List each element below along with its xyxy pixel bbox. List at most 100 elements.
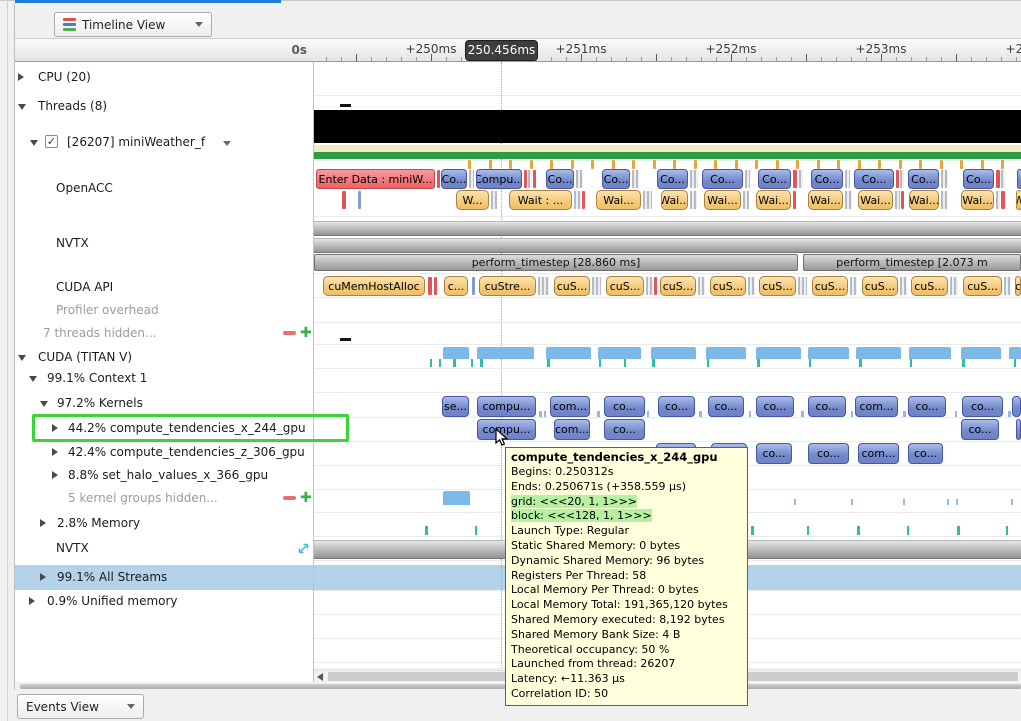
sidebar-item-8-8-set-halo-values-x-366-gpu[interactable]: 8.8% set_halo_values_x_366_gpu — [15, 465, 313, 485]
event-box[interactable]: cuS... — [911, 276, 948, 296]
event-box[interactable]: cuS... — [554, 276, 590, 296]
event-box[interactable]: com... — [554, 419, 590, 440]
event-box[interactable]: co... — [962, 396, 1003, 417]
collapse-arrow-icon[interactable] — [18, 104, 26, 110]
sidebar-item-44-2-compute-tendencies-x-244-gpu[interactable]: 44.2% compute_tendencies_x_244_gpu — [15, 418, 313, 438]
sidebar-item-99-1-context-1[interactable]: 99.1% Context 1 — [15, 368, 313, 388]
expand-arrow-icon[interactable] — [52, 424, 58, 432]
expand-arrow-icon[interactable] — [40, 573, 46, 581]
event-box[interactable]: Co... — [963, 169, 994, 189]
event-box[interactable]: co... — [604, 419, 645, 440]
event-box[interactable]: Co... — [546, 169, 574, 189]
sidebar-item-0-9-unified-memory[interactable]: 0.9% Unified memory — [15, 591, 313, 611]
thread-options-caret-icon[interactable] — [223, 141, 231, 146]
event-box[interactable]: perform_timestep [2.073 m — [803, 254, 1021, 271]
events-view-dropdown[interactable]: Events View — [17, 694, 144, 719]
event-box[interactable]: co... — [658, 396, 695, 417]
event-box[interactable]: Wai... — [704, 190, 741, 210]
collapse-arrow-icon[interactable] — [30, 140, 38, 146]
timeline-view-dropdown[interactable]: Timeline View — [54, 12, 212, 37]
event-box[interactable]: Compu... — [476, 169, 522, 189]
event-box[interactable]: co... — [756, 443, 792, 464]
event-box[interactable]: Co... — [758, 169, 791, 189]
event-box[interactable]: Wai... — [661, 190, 688, 210]
event-box[interactable]: Wai... — [756, 190, 791, 210]
event-box[interactable]: com... — [855, 396, 898, 417]
sidebar-item-2-8-memory[interactable]: 2.8% Memory — [15, 513, 313, 533]
event-box[interactable]: Co... — [908, 169, 939, 189]
sidebar-item-7-threads-hidden[interactable]: 7 threads hidden...✚ — [15, 323, 313, 343]
event-box[interactable]: co... — [808, 443, 849, 464]
sidebar-item-nvtx[interactable]: NVTX — [15, 233, 313, 253]
collapse-arrow-icon[interactable] — [18, 355, 26, 361]
event-box[interactable]: cuStre... — [479, 276, 536, 296]
event-box[interactable]: co... — [756, 396, 794, 417]
event-box[interactable]: compu... — [477, 396, 536, 417]
event-box[interactable]: c... — [444, 276, 468, 296]
event-box[interactable] — [1017, 169, 1021, 189]
thread-checkbox[interactable]: ✓ — [45, 135, 58, 148]
event-box[interactable]: cuS... — [963, 276, 1002, 296]
event-box[interactable]: cuS... — [606, 276, 644, 296]
event-box[interactable]: Wai... — [909, 190, 939, 210]
remove-filter-icon[interactable] — [283, 496, 296, 500]
event-box[interactable]: com... — [858, 443, 899, 464]
remove-filter-icon[interactable] — [283, 331, 296, 335]
event-box[interactable]: W — [1016, 190, 1021, 210]
event-box[interactable]: cuS... — [812, 276, 848, 296]
add-filter-icon[interactable]: ✚ — [300, 492, 312, 505]
event-box[interactable]: co... — [708, 396, 744, 417]
event-box[interactable] — [1012, 396, 1021, 417]
sidebar-item-threads-8[interactable]: Threads (8) — [15, 96, 313, 116]
event-box[interactable] — [1016, 419, 1021, 440]
expand-arrow-icon[interactable] — [29, 597, 35, 605]
event-box[interactable]: Co... — [657, 169, 688, 189]
event-box[interactable]: perform_timestep [28.860 ms] — [314, 254, 798, 271]
expand-row-icon[interactable] — [297, 540, 310, 559]
event-box[interactable]: c — [1015, 276, 1021, 296]
event-box[interactable]: Wai... — [808, 190, 843, 210]
event-box[interactable]: com... — [550, 396, 590, 417]
add-filter-icon[interactable]: ✚ — [300, 327, 312, 340]
sidebar-item-97-2-kernels[interactable]: 97.2% Kernels — [15, 393, 313, 413]
sidebar-item-5-kernel-groups-hidden[interactable]: 5 kernel groups hidden...✚ — [15, 488, 313, 508]
event-box[interactable]: co... — [604, 396, 645, 417]
sidebar-item-26207-miniweather-f[interactable]: ✓[26207] miniWeather_f — [15, 132, 313, 152]
collapse-arrow-icon[interactable] — [40, 401, 48, 407]
event-box[interactable]: se... — [442, 396, 469, 417]
event-box[interactable]: cuS... — [862, 276, 898, 296]
event-box[interactable]: co... — [908, 443, 943, 464]
event-box[interactable]: Co... — [702, 169, 743, 189]
event-box[interactable]: Wai... — [961, 190, 994, 210]
sidebar-item-cuda-titan-v[interactable]: CUDA (TITAN V) — [15, 347, 313, 367]
event-box[interactable]: W... — [456, 190, 489, 210]
sidebar-item-99-1-all-streams[interactable]: 99.1% All Streams — [15, 567, 313, 587]
event-box[interactable]: Co... — [854, 169, 894, 189]
event-box[interactable]: Wai... — [596, 190, 641, 210]
event-box[interactable]: co... — [808, 396, 846, 417]
scroll-left-arrow-icon[interactable] — [317, 673, 323, 681]
event-box[interactable]: cuS... — [759, 276, 796, 296]
event-box[interactable]: Wait : ... — [509, 190, 572, 210]
event-box[interactable]: Co... — [811, 169, 843, 189]
expand-arrow-icon[interactable] — [18, 73, 24, 81]
sidebar-item-cuda-api[interactable]: CUDA API — [15, 277, 313, 297]
event-box[interactable]: Enter Data : miniW... — [316, 169, 435, 189]
sidebar-item-openacc[interactable]: OpenACC — [15, 178, 313, 198]
event-box[interactable]: cuS... — [660, 276, 696, 296]
sidebar-item-nvtx[interactable]: NVTX — [15, 538, 313, 558]
event-box[interactable]: Co... — [602, 169, 630, 189]
expand-arrow-icon[interactable] — [52, 471, 58, 479]
expand-arrow-icon[interactable] — [40, 519, 46, 527]
event-box[interactable]: Co... — [441, 169, 467, 189]
event-box[interactable]: Wai... — [858, 190, 893, 210]
event-box[interactable]: cuS... — [710, 276, 746, 296]
event-box[interactable]: cuMemHostAlloc — [323, 276, 425, 296]
sidebar-item-cpu-20[interactable]: CPU (20) — [15, 67, 313, 87]
expand-arrow-icon[interactable] — [52, 448, 58, 456]
sidebar-item-profiler-overhead[interactable]: Profiler overhead — [15, 300, 313, 320]
event-box[interactable]: co... — [961, 419, 999, 440]
event-box[interactable]: co... — [908, 396, 946, 417]
sidebar-item-42-4-compute-tendencies-z-306-gpu[interactable]: 42.4% compute_tendencies_z_306_gpu — [15, 442, 313, 462]
collapse-arrow-icon[interactable] — [29, 376, 37, 382]
